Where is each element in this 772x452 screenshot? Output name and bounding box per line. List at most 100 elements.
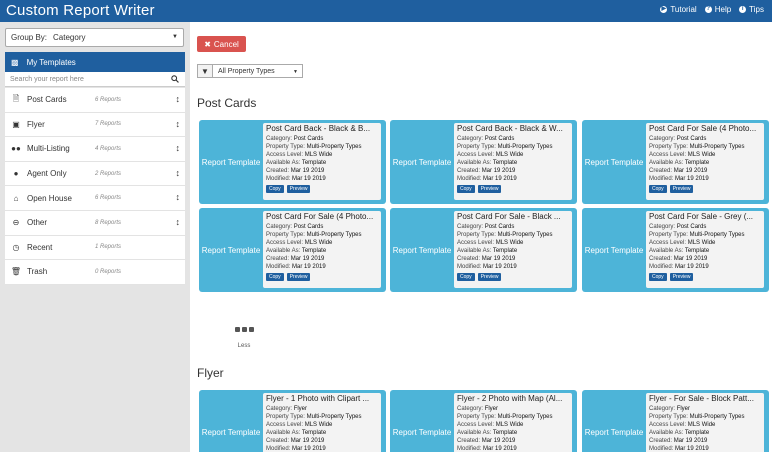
sidebar-item-recent[interactable]: ◷ Recent 1 Reports [5,236,185,261]
less-label: Less [237,343,251,349]
search-input[interactable]: Search your report here [5,72,185,87]
cancel-label: Cancel [213,39,239,49]
access-level-row: Access Level: MLS Wide [457,421,569,429]
report-card[interactable]: Report Template Post Card Back - Black &… [390,120,577,204]
report-thumbnail[interactable]: Report Template [390,390,454,452]
report-thumbnail[interactable]: Report Template [390,120,454,204]
copy-button[interactable]: Copy [457,273,475,281]
help-link[interactable]: ? Help [704,5,732,14]
report-title[interactable]: Post Card For Sale (4 Photo... [266,212,378,221]
image-icon: ▣ [12,119,20,129]
category-row: Category: Flyer [649,405,761,413]
report-card[interactable]: Report Template Post Card Back - Black &… [199,120,386,204]
sidebar-item-multi-listing[interactable]: ●● Multi-Listing 4 Reports ↕ [5,137,185,162]
field-label: Created: [649,438,673,444]
report-thumbnail[interactable]: Report Template [582,390,646,452]
report-card[interactable]: Report Template Flyer - 2 Photo with Map… [390,390,577,452]
group-by-select[interactable]: Group By: Category ▼ [5,28,184,47]
created-row: Created: Mar 19 2019 [266,255,378,263]
field-value: MLS Wide [687,240,716,246]
sidebar-item-trash[interactable]: 🗑 Trash 0 Reports [5,260,185,285]
preview-button[interactable]: Preview [477,273,502,281]
report-thumbnail[interactable]: Report Template [199,120,263,204]
field-value: MLS Wide [304,422,333,428]
search-icon[interactable] [171,75,179,83]
less-toggle[interactable]: Less [234,327,254,349]
my-templates-label: My Templates [26,57,76,67]
modified-row: Modified: Mar 19 2019 [649,263,761,271]
report-thumbnail[interactable]: Report Template [390,208,454,292]
field-label: Available As: [457,430,492,436]
copy-button[interactable]: Copy [649,273,667,281]
field-label: Modified: [266,264,291,270]
report-card[interactable]: Report Template Post Card For Sale (4 Ph… [199,208,386,292]
category-name: Multi-Listing [27,144,70,154]
field-label: Access Level: [649,152,687,158]
preview-button[interactable]: Preview [286,273,311,281]
created-row: Created: Mar 19 2019 [266,437,378,445]
drag-handle-icon[interactable]: ↕ [176,192,181,202]
field-value: Template [492,430,518,436]
report-thumbnail[interactable]: Report Template [582,120,646,204]
my-templates-header[interactable]: ▩ My Templates [5,52,185,72]
report-title[interactable]: Post Card Back - Black & B... [266,124,378,133]
cancel-button[interactable]: ✖ Cancel [197,36,246,52]
drag-handle-icon[interactable]: ↕ [176,94,181,104]
report-card[interactable]: Report Template Post Card For Sale (4 Ph… [582,120,769,204]
preview-button[interactable]: Preview [669,273,694,281]
report-title[interactable]: Flyer - 1 Photo with Clipart ... [266,394,378,403]
report-title[interactable]: Flyer - For Sale - Block Patt... [649,394,761,403]
copy-button[interactable]: Copy [266,185,284,193]
access-level-row: Access Level: MLS Wide [649,239,761,247]
sidebar-item-open-house[interactable]: ⌂ Open House 6 Reports ↕ [5,186,185,211]
field-value: Template [301,160,327,166]
report-thumbnail[interactable]: Report Template [199,390,263,452]
tips-link[interactable]: i Tips [739,5,764,14]
access-level-row: Access Level: MLS Wide [266,421,378,429]
copy-button[interactable]: Copy [649,185,667,193]
report-title[interactable]: Post Card For Sale - Grey (... [649,212,761,221]
report-card[interactable]: Report Template Post Card For Sale - Gre… [582,208,769,292]
report-card[interactable]: Report Template Flyer - 1 Photo with Cli… [199,390,386,452]
field-label: Created: [457,168,481,174]
report-title[interactable]: Post Card Back - Black & W... [457,124,569,133]
field-label: Modified: [457,446,482,452]
filter-icon[interactable]: ▼ [197,64,213,78]
preview-button[interactable]: Preview [669,185,694,193]
tutorial-link[interactable]: ▶ Tutorial [660,5,697,14]
sidebar-item-other[interactable]: ⊖ Other 8 Reports ↕ [5,211,185,236]
preview-button[interactable]: Preview [477,185,502,193]
drag-handle-icon[interactable]: ↕ [176,168,181,178]
field-value: Mar 19 2019 [483,446,517,452]
minus-circle-icon: ⊖ [12,218,20,228]
info-circle-icon: i [739,6,747,13]
field-value: Template [301,430,327,436]
drag-handle-icon[interactable]: ↕ [176,217,181,227]
report-title[interactable]: Post Card For Sale (4 Photo... [649,124,761,133]
report-card[interactable]: Report Template Post Card For Sale - Bla… [390,208,577,292]
field-label: Created: [266,256,290,262]
field-label: Created: [457,438,481,444]
report-thumbnail[interactable]: Report Template [582,208,646,292]
property-type-select[interactable]: All Property Types ▼ [213,64,303,78]
copy-button[interactable]: Copy [457,185,475,193]
report-thumbnail[interactable]: Report Template [199,208,263,292]
field-label: Category: [266,406,293,412]
preview-button[interactable]: Preview [286,185,311,193]
field-label: Access Level: [266,152,304,158]
app-header: Custom Report Writer ▶ Tutorial ? Help i… [0,0,772,22]
sidebar-item-agent-only[interactable]: ● Agent Only 2 Reports ↕ [5,162,185,187]
sidebar-item-flyer[interactable]: ▣ Flyer 7 Reports ↕ [5,113,185,138]
drag-handle-icon[interactable]: ↕ [176,143,181,153]
report-title[interactable]: Post Card For Sale - Black ... [457,212,569,221]
report-title[interactable]: Flyer - 2 Photo with Map (Al... [457,394,569,403]
available-as-row: Available As: Template [649,159,761,167]
sidebar-item-post-cards[interactable]: 🗎 Post Cards 6 Reports ↕ [5,88,185,113]
report-card[interactable]: Report Template Flyer - For Sale - Block… [582,390,769,452]
search-placeholder: Search your report here [10,75,84,83]
field-label: Category: [649,136,676,142]
copy-button[interactable]: Copy [266,273,284,281]
trash-icon: 🗑 [10,267,22,277]
drag-handle-icon[interactable]: ↕ [176,119,181,129]
help-label: Help [714,5,732,14]
